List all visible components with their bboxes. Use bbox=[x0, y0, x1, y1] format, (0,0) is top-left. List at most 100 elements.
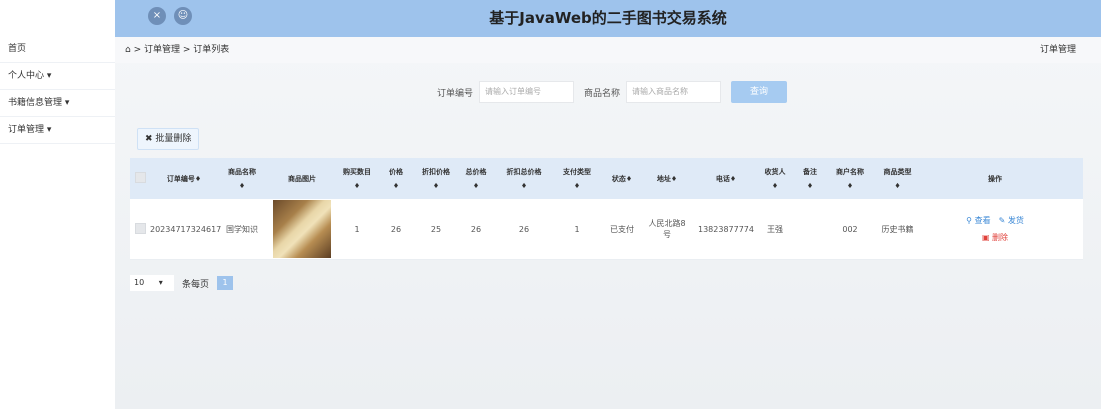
header-status-label: 状态 bbox=[611, 174, 626, 183]
sort-icon: ♦ bbox=[520, 182, 528, 190]
top-bar: 基于JavaWeb的二手图书交易系统 × ☺ bbox=[115, 0, 1101, 37]
header-total[interactable]: 总价格 ♦ bbox=[456, 167, 496, 190]
delete-label: 删除 bbox=[992, 233, 1009, 242]
table-header: 订单编号♦ 商品名称 ♦ 商品图片 购买数目 ♦ 价格 ♦ 折扣价格 ♦ 总价格 ♦ 折扣… bbox=[130, 158, 1083, 199]
trash-icon: ▣ bbox=[981, 233, 990, 242]
main-content: ⌂ > 订单管理 > 订单列表 订单管理 订单编号 请输入订单编号 商品名称 请… bbox=[115, 37, 1101, 409]
sort-icon: ♦ bbox=[846, 182, 854, 190]
header-order-no[interactable]: 订单编号♦ bbox=[150, 174, 218, 184]
view-label: 查看 bbox=[974, 216, 991, 225]
user-icon[interactable]: ☺ bbox=[174, 7, 192, 25]
cell-status: 已支付 bbox=[610, 224, 634, 234]
breadcrumb: ⌂ > 订单管理 > 订单列表 订单管理 bbox=[115, 37, 1101, 63]
ship-label: 发货 bbox=[1007, 216, 1024, 225]
header-discount-total[interactable]: 折扣总价格 ♦ bbox=[496, 167, 552, 190]
header-goods-name[interactable]: 商品名称 ♦ bbox=[218, 167, 266, 190]
header-discount-price[interactable]: 折扣价格 ♦ bbox=[416, 167, 456, 190]
header-phone[interactable]: 电话♦ bbox=[692, 174, 760, 184]
page-size-select[interactable]: 10 ▾ bbox=[130, 275, 174, 291]
cell-order-no: 20234717324617 bbox=[150, 224, 222, 234]
close-icon: ✖ bbox=[145, 134, 153, 144]
header-merchant[interactable]: 商户名称 ♦ bbox=[830, 167, 870, 190]
header-qty[interactable]: 购买数目 ♦ bbox=[338, 167, 376, 190]
per-page-label: 条每页 bbox=[182, 279, 210, 290]
header-total-label: 总价格 bbox=[465, 168, 487, 176]
select-all-checkbox[interactable] bbox=[134, 172, 146, 183]
header-note-label: 备注 bbox=[803, 168, 817, 176]
delete-button[interactable]: ▣ 删除 bbox=[982, 232, 1008, 243]
cell-address: 人民北路8号 bbox=[648, 219, 686, 239]
header-merchant-label: 商户名称 bbox=[836, 168, 864, 176]
cell-pay-type: 1 bbox=[574, 224, 580, 234]
cell-phone: 13823877774 bbox=[698, 224, 754, 234]
row-checkbox[interactable] bbox=[134, 222, 146, 234]
sort-icon: ♦ bbox=[472, 182, 480, 190]
sort-icon: ♦ bbox=[771, 182, 779, 190]
header-qty-label: 购买数目 bbox=[343, 168, 371, 176]
sort-icon: ♦ bbox=[670, 174, 678, 183]
header-goods-name-label: 商品名称 bbox=[228, 168, 256, 176]
header-goods-type[interactable]: 商品类型 ♦ bbox=[870, 167, 925, 190]
header-actions: 操作 bbox=[988, 174, 1002, 183]
query-button[interactable]: 查询 bbox=[731, 81, 788, 103]
pagination: 10 ▾ 条每页 1 bbox=[130, 275, 234, 291]
search-bar: 订单编号 请输入订单编号 商品名称 请输入商品名称 查询 bbox=[437, 81, 788, 103]
sort-icon: ♦ bbox=[806, 182, 814, 190]
close-icon[interactable]: × bbox=[148, 7, 166, 25]
cell-receiver: 王强 bbox=[767, 224, 783, 234]
header-pay-type-label: 支付类型 bbox=[563, 168, 591, 176]
header-receiver[interactable]: 收货人 ♦ bbox=[760, 167, 790, 190]
sidebar-item-home[interactable]: 首页 bbox=[0, 36, 115, 63]
sort-icon: ♦ bbox=[729, 174, 737, 183]
view-button[interactable]: ⚲ 查看 bbox=[966, 215, 990, 226]
header-discount-price-label: 折扣价格 bbox=[422, 168, 450, 176]
sidebar-item-order-management[interactable]: 订单管理 ▾ bbox=[0, 117, 115, 144]
order-no-label: 订单编号 bbox=[437, 88, 474, 99]
sidebar-header bbox=[0, 0, 115, 36]
sidebar-item-personal-center[interactable]: 个人中心 ▾ bbox=[0, 63, 115, 90]
header-status[interactable]: 状态♦ bbox=[602, 174, 642, 184]
batch-delete-label: 批量删除 bbox=[155, 134, 192, 144]
cell-discount-price: 25 bbox=[430, 224, 442, 234]
sort-icon: ♦ bbox=[573, 182, 581, 190]
cell-discount-total: 26 bbox=[518, 224, 530, 234]
sort-icon: ♦ bbox=[353, 182, 361, 190]
book-image bbox=[273, 200, 331, 258]
header-address[interactable]: 地址♦ bbox=[642, 174, 692, 184]
sort-icon: ♦ bbox=[432, 182, 440, 190]
cell-qty: 1 bbox=[354, 224, 360, 234]
orders-table: 订单编号♦ 商品名称 ♦ 商品图片 购买数目 ♦ 价格 ♦ 折扣价格 ♦ 总价格 ♦ 折扣… bbox=[130, 158, 1083, 260]
header-order-no-label: 订单编号 bbox=[166, 174, 195, 183]
sort-icon: ♦ bbox=[238, 182, 246, 190]
header-price-label: 价格 bbox=[389, 168, 403, 176]
cell-goods-type: 历史书籍 bbox=[881, 224, 914, 234]
search-icon: ⚲ bbox=[966, 216, 973, 225]
sidebar: 首页 个人中心 ▾ 书籍信息管理 ▾ 订单管理 ▾ bbox=[0, 0, 115, 409]
sort-icon: ♦ bbox=[194, 174, 202, 183]
breadcrumb-path: > 订单管理 > 订单列表 bbox=[133, 45, 230, 55]
goods-name-label: 商品名称 bbox=[584, 88, 621, 99]
header-phone-label: 电话 bbox=[715, 174, 730, 183]
header-goods-type-label: 商品类型 bbox=[883, 168, 912, 176]
row-actions: ⚲ 查看 ✎ 发货 ▣ 删除 bbox=[925, 215, 1065, 243]
cell-price: 26 bbox=[390, 224, 402, 234]
header-goods-image: 商品图片 bbox=[288, 174, 316, 183]
goods-name-input[interactable]: 请输入商品名称 bbox=[626, 81, 722, 103]
app-title: 基于JavaWeb的二手图书交易系统 bbox=[489, 9, 727, 27]
cell-merchant: 002 bbox=[842, 224, 858, 234]
page-button-current[interactable]: 1 bbox=[217, 276, 234, 290]
ship-button[interactable]: ✎ 发货 bbox=[999, 215, 1024, 226]
sort-icon: ♦ bbox=[392, 182, 400, 190]
home-icon[interactable]: ⌂ bbox=[125, 45, 131, 55]
sort-icon: ♦ bbox=[894, 182, 901, 190]
header-pay-type[interactable]: 支付类型 ♦ bbox=[552, 167, 602, 190]
edit-icon: ✎ bbox=[998, 216, 1006, 225]
header-price[interactable]: 价格 ♦ bbox=[376, 167, 416, 190]
header-address-label: 地址 bbox=[656, 174, 671, 183]
breadcrumb-current-module: 订单管理 bbox=[1039, 45, 1076, 55]
order-no-input[interactable]: 请输入订单编号 bbox=[479, 81, 575, 103]
header-discount-total-label: 折扣总价格 bbox=[506, 168, 542, 176]
batch-delete-button[interactable]: ✖ 批量删除 bbox=[137, 128, 200, 150]
sidebar-item-book-management[interactable]: 书籍信息管理 ▾ bbox=[0, 90, 115, 117]
header-note[interactable]: 备注 ♦ bbox=[790, 167, 830, 190]
